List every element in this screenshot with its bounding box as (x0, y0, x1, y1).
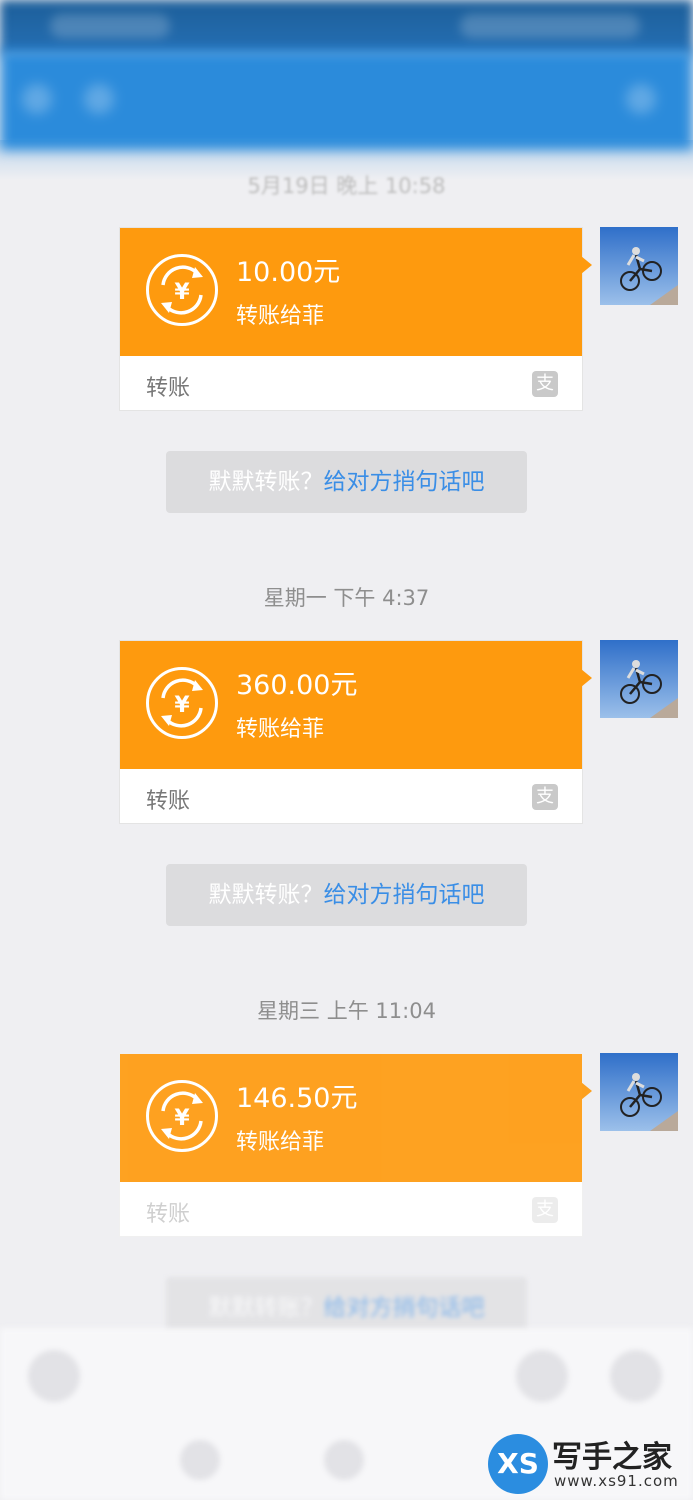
timestamp: 星期三 上午 11:04 (257, 999, 436, 1023)
status-bar (0, 0, 693, 56)
transfer-amount: 10.00元 (236, 257, 341, 288)
transfer-coin-icon: ¥ (146, 254, 218, 326)
voice-icon[interactable] (28, 1350, 80, 1402)
transfer-card[interactable]: ¥ 10.00元 转账给菲 转账 支 (119, 227, 592, 411)
title-bar (0, 50, 693, 150)
transfer-coin-icon: ¥ (146, 667, 218, 739)
hint-prefix: 默默转账？ (208, 882, 324, 908)
transfer-recipient: 转账给菲 (236, 1130, 325, 1155)
transfer-card-header: ¥ 10.00元 转账给菲 (120, 228, 592, 356)
emoji-icon[interactable] (516, 1350, 568, 1402)
add-icon[interactable] (610, 1350, 662, 1402)
transfer-amount: 146.50元 (236, 1083, 358, 1114)
hint-prefix: 默默转账？ (208, 469, 324, 495)
watermark-logo: XS (488, 1434, 548, 1494)
timestamp: 5月19日 晚上 10:58 (247, 174, 446, 198)
timestamp: 星期一 下午 4:37 (263, 586, 430, 610)
svg-text:¥: ¥ (174, 1106, 190, 1131)
leave-message-link[interactable]: 给对方捎句话吧 (324, 469, 485, 495)
alipay-icon: 支 (532, 784, 558, 810)
menu-icon[interactable] (626, 84, 656, 114)
leave-message-link[interactable]: 给对方捎句话吧 (324, 882, 485, 908)
transfer-amount: 360.00元 (236, 670, 358, 701)
transfer-card[interactable]: ¥ 146.50元 转账给菲 转账 支 (119, 1053, 592, 1237)
leave-message-hint[interactable]: 默默转账？给对方捎句话吧 (166, 451, 527, 513)
transfer-coin-icon: ¥ (146, 1080, 218, 1152)
watermark-name: 写手之家 (552, 1440, 672, 1475)
transfer-label: 转账 (146, 376, 191, 401)
svg-text:¥: ¥ (174, 693, 190, 718)
leave-message-link[interactable]: 给对方捎句话吧 (324, 1295, 485, 1321)
contact-icon[interactable] (84, 84, 114, 114)
svg-text:¥: ¥ (174, 280, 190, 305)
transfer-card-header: ¥ 146.50元 转账给菲 (120, 1054, 592, 1182)
transfer-recipient: 转账给菲 (236, 304, 325, 329)
alipay-icon: 支 (532, 371, 558, 397)
watermark: XS 写手之家 www.xs91.com (486, 1432, 686, 1494)
alipay-icon: 支 (532, 1197, 558, 1223)
avatar[interactable] (600, 1053, 678, 1131)
leave-message-hint[interactable]: 默默转账？给对方捎句话吧 (166, 864, 527, 926)
hint-prefix: 默默转账？ (208, 1295, 324, 1321)
avatar[interactable] (600, 227, 678, 305)
transfer-label: 转账 (146, 789, 191, 814)
transfer-card-header: ¥ 360.00元 转账给菲 (120, 641, 592, 769)
watermark-url: www.xs91.com (554, 1472, 679, 1490)
transfer-recipient: 转账给菲 (236, 717, 325, 742)
avatar[interactable] (600, 640, 678, 718)
back-icon[interactable] (22, 84, 52, 114)
transfer-label: 转账 (146, 1202, 191, 1227)
transfer-card[interactable]: ¥ 360.00元 转账给菲 转账 支 (119, 640, 592, 824)
